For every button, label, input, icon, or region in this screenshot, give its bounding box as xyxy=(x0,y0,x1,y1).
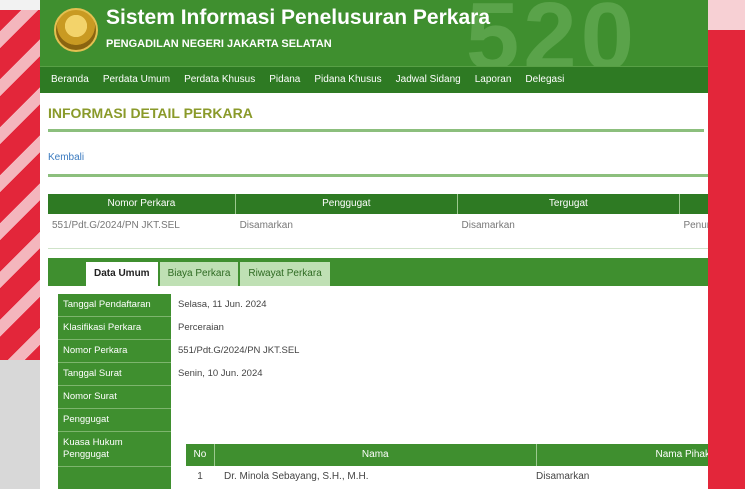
cell-nama-pihak: Disamarkan xyxy=(536,471,590,482)
col-tergugat: Tergugat xyxy=(458,194,680,214)
header-watermark: 520 xyxy=(465,0,638,66)
col-penun xyxy=(680,194,708,214)
col-no: No xyxy=(186,444,215,466)
kuasa-table-header: No Nama Nama Pihak xyxy=(186,444,708,466)
page: 520 Sistem Informasi Penelusuran Perkara… xyxy=(40,0,708,489)
nav-beranda[interactable]: Beranda xyxy=(44,67,96,93)
cell-no: 1 xyxy=(197,471,203,482)
nav-perdata-umum[interactable]: Perdata Umum xyxy=(96,67,177,93)
label-filler xyxy=(58,467,171,489)
cell-nama: Dr. Minola Sebayang, S.H., M.H. xyxy=(224,471,369,482)
cell-penggugat: Disamarkan xyxy=(239,220,293,231)
label-penggugat: Penggugat xyxy=(58,409,171,432)
red-backdrop-right xyxy=(705,0,745,489)
label-tanggal-pendaftaran: Tanggal Pendaftaran xyxy=(58,294,171,317)
col-nomor-perkara: Nomor Perkara xyxy=(48,194,236,214)
col-nama-pihak: Nama Pihak xyxy=(655,449,708,460)
label-nomor-surat: Nomor Surat xyxy=(58,386,171,409)
tab-data-umum[interactable]: Data Umum xyxy=(86,262,158,288)
label-klasifikasi-perkara: Klasifikasi Perkara xyxy=(58,317,171,340)
nav-jadwal-sidang[interactable]: Jadwal Sidang xyxy=(389,67,468,93)
nav-perdata-khusus[interactable]: Perdata Khusus xyxy=(177,67,262,93)
label-tanggal-surat: Tanggal Surat xyxy=(58,363,171,386)
col-penggugat: Penggugat xyxy=(236,194,458,214)
tab-bar: Data Umum Biaya Perkara Riwayat Perkara xyxy=(86,262,332,288)
summary-table: Nomor Perkara Penggugat Tergugat 551/Pdt… xyxy=(48,194,708,249)
label-nomor-perkara: Nomor Perkara xyxy=(58,340,171,363)
tab-riwayat-perkara[interactable]: Riwayat Perkara xyxy=(240,262,330,286)
col-nama: Nama xyxy=(215,444,537,466)
back-link[interactable]: Kembali xyxy=(48,152,84,163)
value-tanggal-pendaftaran: Selasa, 11 Jun. 2024 xyxy=(178,299,267,310)
label-kuasa-hukum: Kuasa Hukum Penggugat xyxy=(58,432,171,467)
value-tanggal-surat: Senin, 10 Jun. 2024 xyxy=(178,368,263,379)
cell-penun: Penun xyxy=(683,220,708,231)
main-nav: Beranda Perdata Umum Perdata Khusus Pida… xyxy=(40,66,708,93)
nav-pidana-khusus[interactable]: Pidana Khusus xyxy=(307,67,388,93)
cell-tergugat: Disamarkan xyxy=(461,220,515,231)
table-row[interactable]: 551/Pdt.G/2024/PN JKT.SEL Disamarkan Dis… xyxy=(48,214,708,249)
table-row[interactable]: 1 Dr. Minola Sebayang, S.H., M.H. Disama… xyxy=(186,466,708,488)
court-emblem-icon xyxy=(54,8,98,52)
summary-header: Nomor Perkara Penggugat Tergugat xyxy=(48,194,708,214)
app-title: Sistem Informasi Penelusuran Perkara xyxy=(106,6,490,29)
value-klasifikasi-perkara: Perceraian xyxy=(178,322,224,333)
divider xyxy=(48,174,708,177)
detail-content: Tanggal Pendaftaran Klasifikasi Perkara … xyxy=(48,286,708,489)
detail-values: Selasa, 11 Jun. 2024 Perceraian 551/Pdt.… xyxy=(178,294,578,386)
court-name: PENGADILAN NEGERI JAKARTA SELATAN xyxy=(106,38,332,50)
cell-nomor-perkara: 551/Pdt.G/2024/PN JKT.SEL xyxy=(52,220,180,231)
value-nomor-perkara: 551/Pdt.G/2024/PN JKT.SEL xyxy=(178,345,300,356)
nav-delegasi[interactable]: Delegasi xyxy=(518,67,571,93)
detail-labels: Tanggal Pendaftaran Klasifikasi Perkara … xyxy=(58,294,171,489)
tab-panel: Data Umum Biaya Perkara Riwayat Perkara … xyxy=(48,258,708,489)
nav-pidana[interactable]: Pidana xyxy=(262,67,307,93)
site-header: 520 Sistem Informasi Penelusuran Perkara… xyxy=(40,0,708,66)
kuasa-hukum-table: No Nama Nama Pihak 1 Dr. Minola Sebayang… xyxy=(186,444,708,488)
tab-biaya-perkara[interactable]: Biaya Perkara xyxy=(159,262,239,286)
pink-backdrop-right xyxy=(705,0,745,30)
page-title: INFORMASI DETAIL PERKARA xyxy=(48,105,704,132)
nav-laporan[interactable]: Laporan xyxy=(468,67,519,93)
